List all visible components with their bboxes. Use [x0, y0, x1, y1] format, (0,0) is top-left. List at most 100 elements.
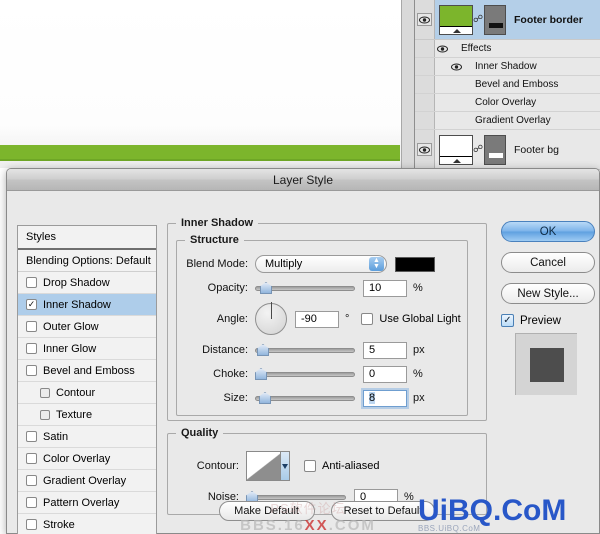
canvas-vertical-scrollbar[interactable]: [401, 0, 414, 168]
layer-name: Footer bg: [514, 143, 559, 156]
chevron-down-icon[interactable]: [280, 452, 289, 480]
checkbox-icon[interactable]: [26, 365, 37, 376]
dialog-button-column: OK Cancel New Style... ✓ Preview: [501, 221, 595, 395]
sidebar-item-bevel-and-emboss[interactable]: Bevel and Emboss: [18, 360, 156, 382]
checkbox-icon[interactable]: [26, 431, 37, 442]
link-icon[interactable]: ☍: [473, 144, 483, 155]
cancel-button[interactable]: Cancel: [501, 252, 595, 273]
effects-group-label: Effects: [461, 43, 492, 54]
sidebar-item-stroke[interactable]: Stroke: [18, 514, 156, 534]
make-default-button[interactable]: Make Default: [218, 501, 315, 521]
sidebar-item-label: Outer Glow: [43, 320, 99, 333]
sidebar-item-satin[interactable]: Satin: [18, 426, 156, 448]
distance-slider[interactable]: [255, 342, 355, 358]
checkbox-icon[interactable]: [26, 453, 37, 464]
sidebar-item-label: Color Overlay: [43, 452, 111, 465]
checkbox-icon[interactable]: [26, 519, 37, 530]
use-global-light-label: Use Global Light: [379, 313, 461, 325]
opacity-input[interactable]: 10: [363, 279, 407, 297]
angle-label: Angle:: [216, 313, 248, 325]
choke-unit: %: [413, 368, 423, 380]
blend-mode-select[interactable]: Multiply ▲ ▼: [255, 255, 387, 273]
blend-mode-value: Multiply: [265, 258, 303, 270]
blending-options-item[interactable]: Blending Options: Default: [18, 250, 156, 272]
inner-shadow-settings-panel: Inner Shadow Structure Blend Mode: Multi…: [167, 215, 487, 534]
effect-label-bevel-and-emboss: Bevel and Emboss: [475, 79, 559, 90]
sidebar-item-label: Contour: [56, 386, 96, 399]
list-item[interactable]: Color Overlay: [415, 94, 600, 112]
list-item[interactable]: Bevel and Emboss: [415, 76, 600, 94]
sidebar-item-label: Inner Glow: [43, 342, 97, 355]
checkbox-icon[interactable]: [26, 475, 37, 486]
eye-icon[interactable]: [449, 63, 463, 71]
angle-dial[interactable]: [255, 302, 287, 335]
ok-button[interactable]: OK: [501, 221, 595, 242]
list-item[interactable]: Gradient Overlay: [415, 112, 600, 130]
list-item[interactable]: Inner Shadow: [415, 58, 600, 76]
checkbox-checked-icon[interactable]: ✓: [501, 314, 514, 327]
checkbox-icon[interactable]: [40, 409, 50, 420]
distance-value: 5: [369, 344, 376, 356]
section-title-inner-shadow: Inner Shadow: [176, 217, 259, 229]
link-icon[interactable]: ☍: [473, 14, 483, 25]
sidebar-item-texture[interactable]: Texture: [18, 404, 156, 426]
sidebar-item-gradient-overlay[interactable]: Gradient Overlay: [18, 470, 156, 492]
contour-preset-picker[interactable]: [246, 451, 290, 481]
layer-mask-thumbnail[interactable]: [484, 134, 506, 165]
sidebar-item-label: Texture: [56, 408, 93, 421]
opacity-slider[interactable]: [255, 280, 355, 296]
eye-icon[interactable]: [435, 45, 449, 53]
sidebar-item-label: Satin: [43, 430, 69, 443]
sidebar-item-label: Gradient Overlay: [43, 474, 127, 487]
eye-icon[interactable]: [417, 143, 432, 156]
preview-toggle[interactable]: ✓ Preview: [501, 314, 595, 327]
checkbox-icon[interactable]: [26, 321, 37, 332]
checkbox-icon[interactable]: [26, 277, 37, 288]
choke-slider[interactable]: [255, 366, 355, 382]
legend-structure: Structure: [185, 234, 244, 246]
size-input[interactable]: 8: [363, 389, 407, 407]
use-global-light-checkbox[interactable]: [361, 313, 374, 325]
layers-panel: ☍ Footer border Effects Inner Shadow Bev…: [414, 0, 600, 172]
checkbox-icon[interactable]: [26, 343, 37, 354]
eye-icon[interactable]: [417, 13, 432, 26]
table-row[interactable]: ☍ Footer border: [415, 0, 600, 40]
table-row[interactable]: ☍ Footer bg: [415, 130, 600, 170]
chevron-updown-icon[interactable]: ▲ ▼: [369, 257, 384, 271]
layer-thumbnail[interactable]: [439, 134, 473, 165]
sidebar-item-contour[interactable]: Contour: [18, 382, 156, 404]
layer-visibility-cell[interactable]: [415, 0, 435, 39]
anti-aliased-label: Anti-aliased: [322, 460, 380, 472]
sidebar-item-inner-shadow[interactable]: ✓ Inner Shadow: [18, 294, 156, 316]
layer-visibility-cell[interactable]: [415, 130, 435, 169]
layer-mask-thumbnail[interactable]: [484, 4, 506, 35]
sidebar-item-drop-shadow[interactable]: Drop Shadow: [18, 272, 156, 294]
sidebar-item-label: Bevel and Emboss: [43, 364, 135, 377]
size-unit: px: [413, 392, 425, 404]
list-item[interactable]: Effects: [415, 40, 600, 58]
checkbox-checked-icon[interactable]: ✓: [26, 299, 37, 310]
reset-to-default-button[interactable]: Reset to Default: [330, 501, 436, 521]
sidebar-item-pattern-overlay[interactable]: Pattern Overlay: [18, 492, 156, 514]
distance-unit: px: [413, 344, 425, 356]
sidebar-item-outer-glow[interactable]: Outer Glow: [18, 316, 156, 338]
legend-quality: Quality: [176, 427, 224, 439]
sidebar-item-label: Inner Shadow: [43, 298, 111, 311]
choke-value: 0: [369, 368, 376, 380]
distance-input[interactable]: 5: [363, 341, 407, 359]
choke-input[interactable]: 0: [363, 365, 407, 383]
checkbox-icon[interactable]: [26, 497, 37, 508]
anti-aliased-checkbox[interactable]: [304, 460, 316, 472]
layer-thumbnail[interactable]: [439, 4, 473, 35]
screenshot-root: ☍ Footer border Effects Inner Shadow Bev…: [0, 0, 600, 534]
styles-list-header[interactable]: Styles: [18, 226, 156, 250]
shadow-color-swatch[interactable]: [395, 256, 435, 272]
style-preview-thumbnail: [515, 333, 577, 395]
angle-input[interactable]: -90: [295, 310, 339, 328]
new-style-button[interactable]: New Style...: [501, 283, 595, 304]
checkbox-icon[interactable]: [40, 387, 50, 398]
sidebar-item-color-overlay[interactable]: Color Overlay: [18, 448, 156, 470]
dialog-titlebar[interactable]: Layer Style: [7, 169, 599, 191]
size-slider[interactable]: [255, 390, 355, 406]
sidebar-item-inner-glow[interactable]: Inner Glow: [18, 338, 156, 360]
